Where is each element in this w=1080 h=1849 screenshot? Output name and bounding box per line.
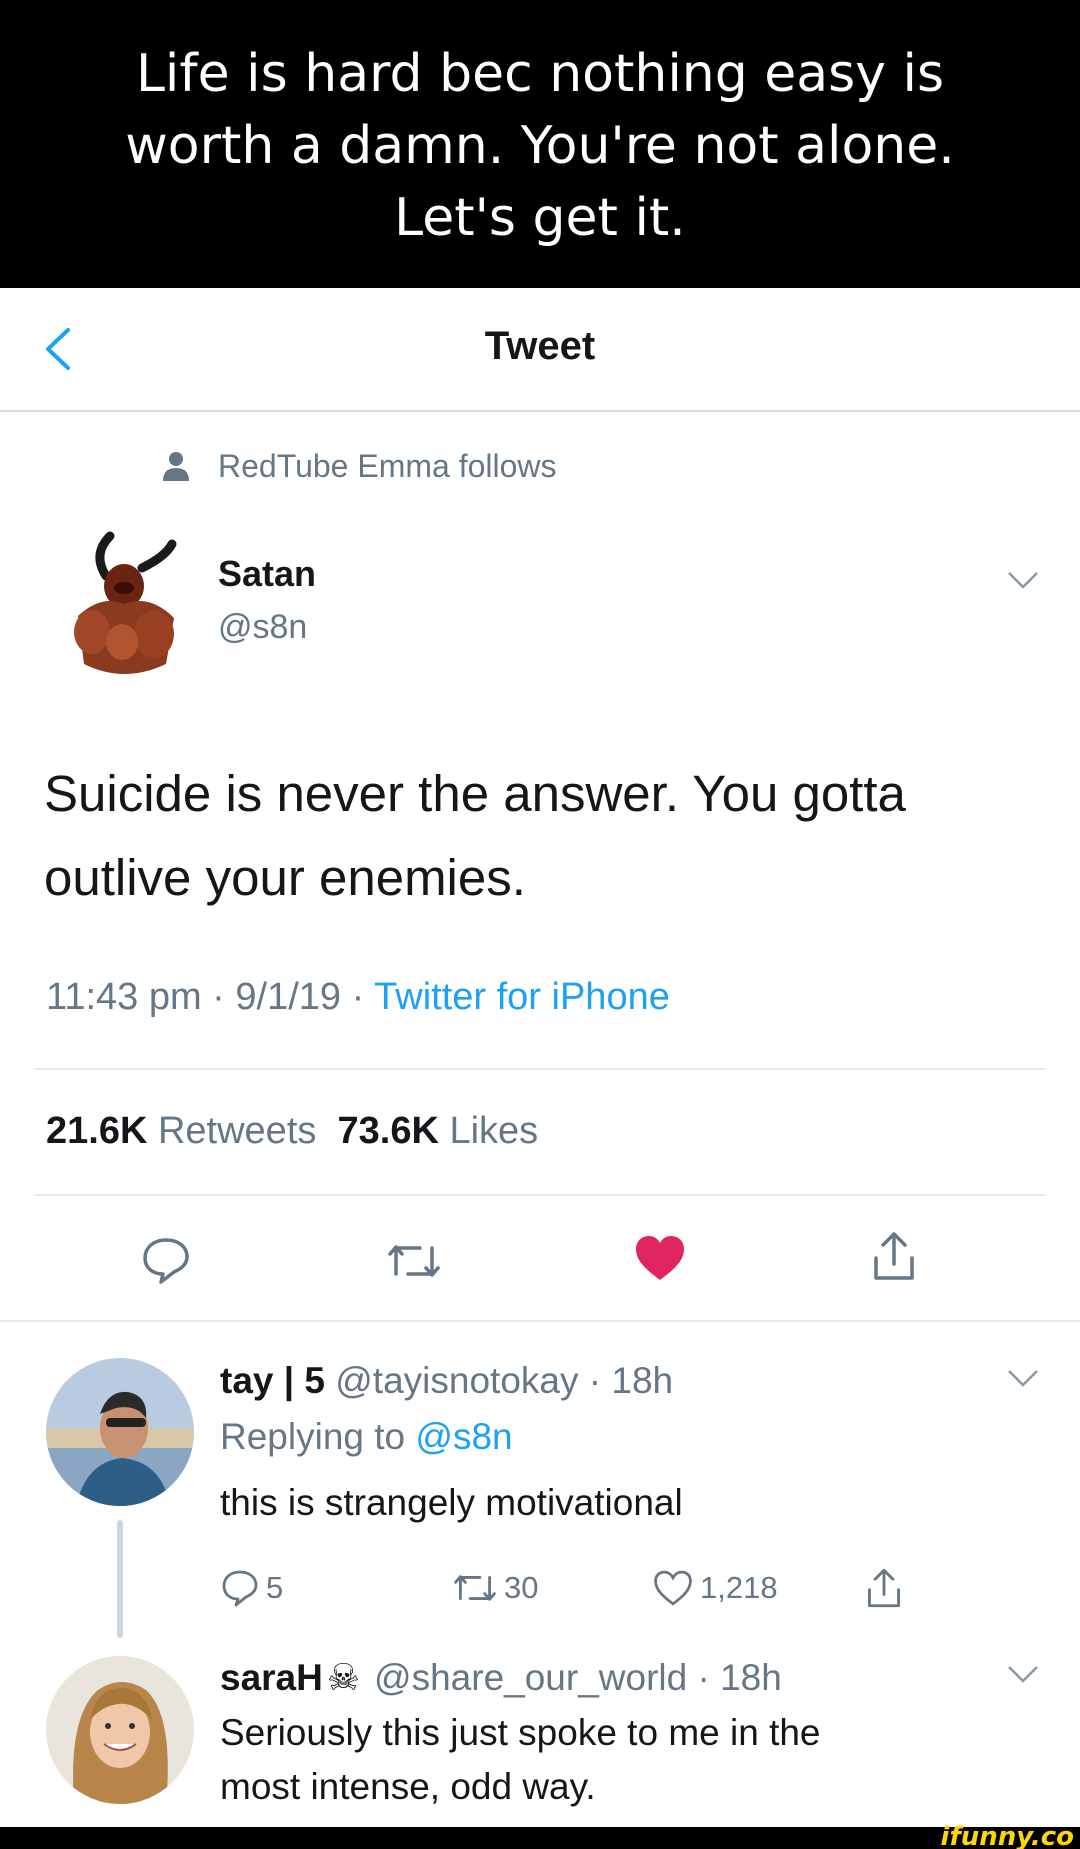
replying-to-label: Replying to — [220, 1416, 406, 1457]
avatar[interactable] — [46, 1358, 194, 1506]
caption-line: worth a damn. You're not alone. — [125, 116, 955, 176]
social-context[interactable]: RedTube Emma follows — [162, 448, 557, 485]
replying-to-link[interactable]: @s8n — [415, 1416, 512, 1457]
reply-icon — [222, 1570, 258, 1607]
caption-line: Life is hard bec nothing easy is — [135, 44, 945, 104]
author-avatar[interactable] — [62, 524, 188, 682]
divider — [0, 1320, 1080, 1322]
reply-count: 5 — [266, 1570, 284, 1605]
divider — [34, 1194, 1046, 1196]
like-count: 1,218 — [700, 1570, 778, 1605]
social-context-label: RedTube Emma follows — [218, 448, 557, 484]
reply-icon — [143, 1238, 189, 1284]
reply-age: 18h — [720, 1657, 782, 1698]
reply-text: most intense, odd way. — [220, 1766, 596, 1807]
footer-bar — [0, 1827, 1080, 1849]
likes-label: Likes — [449, 1110, 539, 1152]
reply-like-button[interactable]: 1,218 — [652, 1566, 778, 1610]
chevron-down-icon — [1008, 1666, 1038, 1683]
retweet-button[interactable] — [386, 1240, 442, 1287]
reply-share-button[interactable] — [866, 1566, 908, 1610]
tweet-source-link[interactable]: Twitter for iPhone — [374, 976, 670, 1018]
tweet-meta: 11:43 pm · 9/1/19 · Twitter for iPhone — [46, 976, 670, 1019]
avatar[interactable] — [46, 1656, 194, 1804]
reply-text: this is strangely motivational — [220, 1482, 683, 1523]
reply-header: saraH ☠ @share_our_world · 18h — [220, 1656, 782, 1699]
reply-menu-button[interactable] — [1006, 1368, 1040, 1388]
likes-count: 73.6K — [337, 1110, 439, 1152]
reply-header: tay | 5 @tayisnotokay · 18h — [220, 1360, 673, 1402]
retweet-icon — [454, 1575, 496, 1601]
divider — [34, 1068, 1046, 1070]
reply-menu-button[interactable] — [1006, 1664, 1040, 1684]
retweets-count: 21.6K — [46, 1110, 148, 1152]
nav-bar: Tweet — [0, 288, 1080, 412]
tweet-stats: 21.6K Retweets 73.6K Likes — [46, 1110, 538, 1153]
reply-reply-button[interactable]: 5 — [220, 1566, 283, 1610]
retweet-icon — [388, 1245, 440, 1277]
reply-author-handle[interactable]: @share_our_world — [374, 1657, 687, 1698]
reply-author-name[interactable]: saraH — [220, 1657, 323, 1698]
tweet-date: 9/1/19 — [235, 976, 342, 1018]
chevron-down-icon — [1008, 572, 1038, 589]
reply-author-name[interactable]: tay | 5 — [220, 1360, 325, 1401]
separator: · — [578, 1360, 612, 1401]
author-handle[interactable]: @s8n — [218, 608, 307, 647]
separator: · — [201, 976, 236, 1018]
tweet-text: Suicide is never the answer. You gotta o… — [44, 765, 906, 906]
separator: · — [687, 1657, 721, 1698]
reply-age: 18h — [611, 1360, 674, 1401]
skull-crossbones-icon: ☠ — [326, 1657, 361, 1698]
tweet-menu-button[interactable] — [1006, 570, 1040, 590]
avatar-image — [46, 1656, 194, 1804]
avatar-image — [46, 1358, 194, 1506]
share-icon — [868, 1568, 900, 1608]
thread-line — [117, 1520, 123, 1638]
share-button[interactable] — [872, 1230, 916, 1287]
separator: · — [341, 976, 375, 1018]
reply-button[interactable] — [140, 1234, 192, 1291]
heart-filled-icon — [636, 1236, 684, 1280]
retweets-label: Retweets — [157, 1110, 317, 1152]
replying-to: Replying to @s8n — [220, 1416, 513, 1458]
likes-stat[interactable]: 73.6K Likes — [338, 1110, 539, 1152]
tweet-time: 11:43 pm — [46, 976, 202, 1018]
retweets-stat[interactable]: 21.6K Retweets — [46, 1110, 316, 1152]
retweet-count: 30 — [504, 1570, 539, 1605]
caption-line: Let's get it. — [394, 188, 686, 248]
caption-banner: Life is hard bec nothing easy is worth a… — [0, 0, 1080, 288]
page-title: Tweet — [484, 324, 596, 368]
chevron-down-icon — [1008, 1370, 1038, 1387]
demon-avatar-image — [74, 531, 177, 674]
share-icon — [874, 1232, 914, 1280]
reply-retweet-button[interactable]: 30 — [452, 1566, 538, 1610]
reply-author-handle[interactable]: @tayisnotokay — [335, 1360, 578, 1401]
reply-text: Seriously this just spoke to me in the — [220, 1712, 821, 1753]
watermark-logo: ifunny.co — [940, 1822, 1074, 1849]
like-button[interactable] — [634, 1234, 686, 1287]
author-name[interactable]: Satan — [218, 553, 316, 595]
heart-icon — [654, 1570, 692, 1606]
person-icon — [163, 451, 189, 481]
